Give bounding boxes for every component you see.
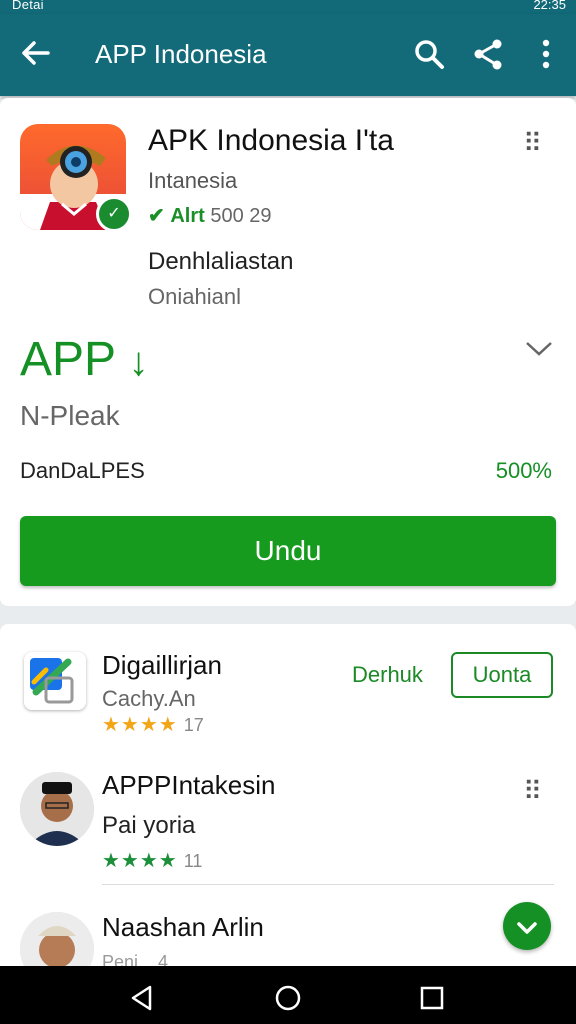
related-app-icon[interactable] <box>24 652 86 710</box>
package-label: N-Pleak <box>20 400 120 431</box>
download-progress-percent: 500% <box>495 458 552 483</box>
system-navigation-bar <box>0 966 576 1024</box>
download-fab[interactable] <box>503 902 551 950</box>
app-verified-row: ✔ Alrt 500 29 <box>148 203 272 228</box>
status-bar: Detai 22:35 <box>0 0 576 14</box>
related-app-subtitle: Cachy.An <box>102 686 196 711</box>
install-button[interactable]: Undu <box>20 516 556 586</box>
nav-recents-icon[interactable] <box>418 984 446 1012</box>
related-app-more-icon[interactable]: ⠿ <box>523 776 553 806</box>
download-status-label: APP ↓ <box>20 332 149 387</box>
related-app-subtitle: Pai yoria <box>102 812 196 839</box>
search-icon[interactable] <box>413 36 445 72</box>
related-app-illustration <box>30 658 74 704</box>
related-app-rating: ★★★★ 11 <box>102 848 202 873</box>
list-divider <box>102 884 554 885</box>
related-app-action-button[interactable]: Uonta <box>451 652 553 698</box>
app-bar: APP Indonesia <box>0 14 576 96</box>
app-developer[interactable]: Intanesia <box>148 168 237 194</box>
download-status-text: APP <box>20 333 116 386</box>
related-app-title[interactable]: Digaillirjan <box>102 650 222 681</box>
related-app-link[interactable]: Derhuk <box>352 662 423 688</box>
rating-count: 11 <box>183 851 203 871</box>
avatar[interactable] <box>20 772 94 846</box>
related-app-title[interactable]: APPPIntakesin <box>102 770 275 801</box>
chevron-down-icon[interactable] <box>524 338 554 358</box>
related-app-title[interactable]: Naashan Arlin <box>102 912 264 943</box>
avatar-illustration <box>20 772 94 846</box>
verified-check-icon: ✔ <box>148 205 165 227</box>
verified-badge-icon: ✓ <box>96 196 132 232</box>
status-bar-time: 22:35 <box>533 0 566 12</box>
app-more-options-icon[interactable]: ⠿ <box>523 128 553 158</box>
verified-count: 500 29 <box>210 205 272 227</box>
app-bar-title: APP Indonesia <box>95 39 267 69</box>
download-check-icon <box>517 922 537 934</box>
download-arrow-icon: ↓ <box>128 340 149 384</box>
status-bar-left-text: Detai <box>12 0 44 12</box>
rating-count: 17 <box>183 715 204 735</box>
overflow-menu-icon[interactable] <box>531 36 561 72</box>
app-name: APK Indonesia I'ta <box>148 124 394 157</box>
nav-home-icon[interactable] <box>274 984 302 1012</box>
rating-stars: ★★★★ <box>102 714 178 736</box>
app-category: Denhlaliastan <box>148 248 294 275</box>
related-app-rating: ★★★★ 17 <box>102 712 204 737</box>
share-icon[interactable] <box>472 36 504 72</box>
rating-stars: ★★★★ <box>102 850 178 872</box>
download-progress-label: DanDaLPES <box>20 458 145 483</box>
verified-label: Alrt <box>170 205 205 227</box>
back-arrow-icon[interactable] <box>18 36 52 70</box>
app-category-subtitle: Oniahianl <box>148 284 241 309</box>
nav-back-icon[interactable] <box>128 984 156 1012</box>
